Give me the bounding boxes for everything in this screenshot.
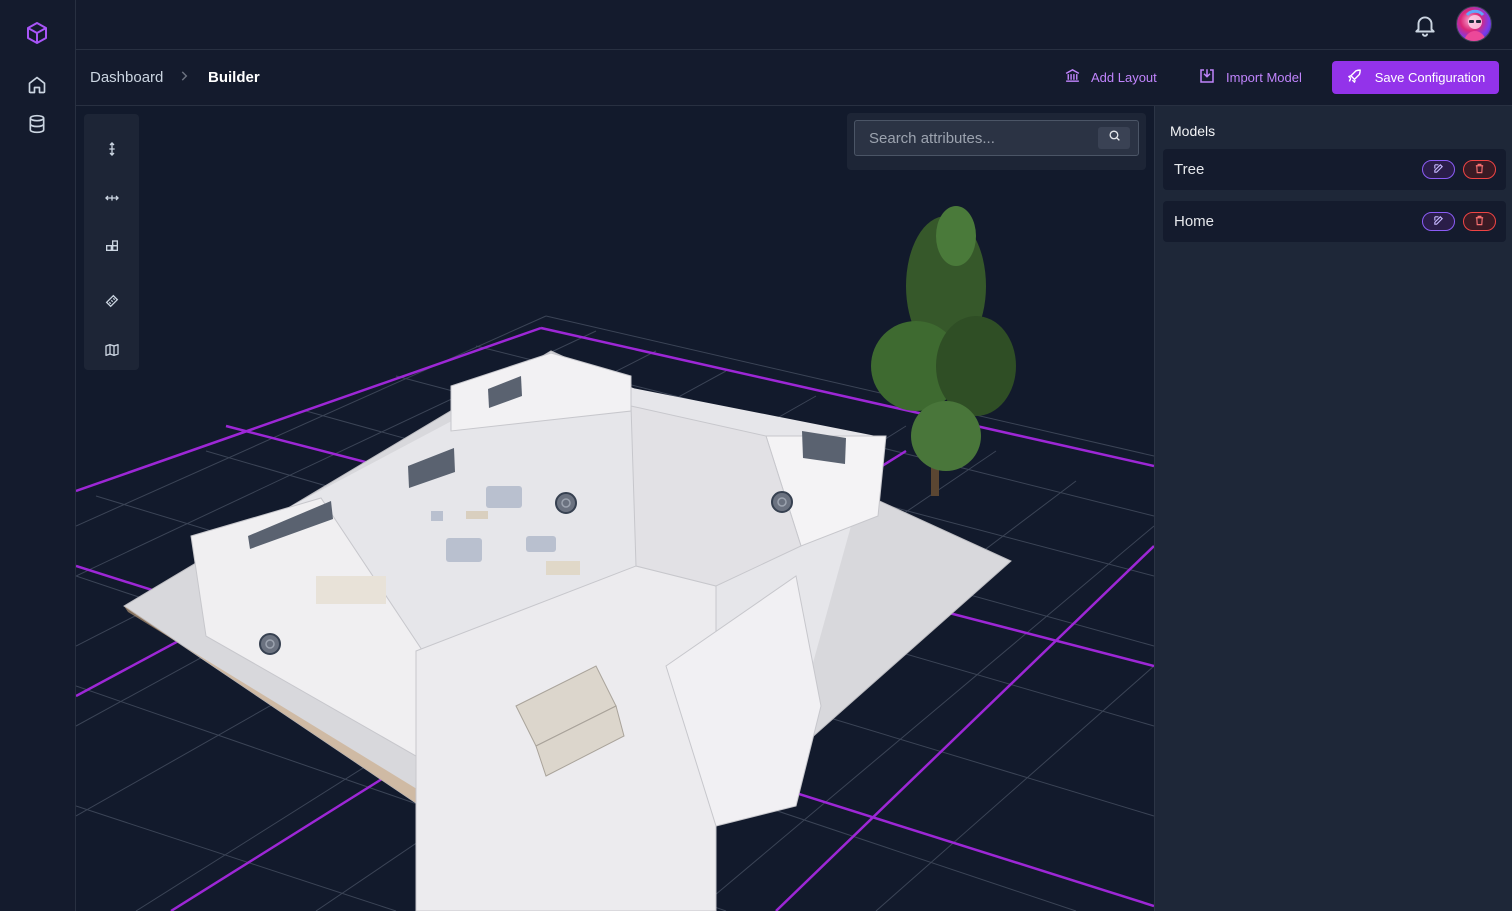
import-model-label: Import Model [1226, 69, 1302, 85]
home-icon[interactable] [24, 72, 50, 98]
edit-button[interactable] [1422, 160, 1455, 179]
add-layout-label: Add Layout [1091, 69, 1157, 85]
model-item[interactable]: Home [1163, 201, 1506, 242]
target-icon[interactable] [771, 491, 793, 513]
search-panel [847, 113, 1146, 170]
tool-palette [84, 114, 139, 370]
models-title: Models [1170, 123, 1216, 139]
map-icon[interactable] [99, 337, 125, 363]
import-icon [1198, 67, 1216, 88]
avatar[interactable] [1456, 6, 1492, 42]
model-name: Tree [1174, 161, 1205, 178]
model-name: Home [1174, 213, 1215, 230]
rocket-icon [1346, 68, 1363, 88]
save-configuration-label: Save Configuration [1374, 70, 1486, 85]
trash-icon [1474, 213, 1485, 231]
database-icon[interactable] [24, 111, 50, 137]
cube-icon[interactable] [24, 20, 50, 46]
move-horizontal-icon[interactable] [99, 185, 125, 211]
bell-icon[interactable] [1412, 12, 1438, 38]
save-configuration-button[interactable]: Save Configuration [1332, 61, 1499, 94]
edit-button[interactable] [1422, 212, 1455, 231]
bank-icon [1064, 67, 1081, 87]
search-button[interactable] [1098, 127, 1130, 149]
target-icon[interactable] [259, 633, 281, 655]
scene-canvas[interactable] [76, 106, 1154, 911]
breadcrumb-bar: Dashboard Builder Add Layout Import Mode… [76, 50, 1512, 106]
shapes-icon[interactable] [99, 234, 125, 260]
edit-icon [1433, 213, 1444, 231]
search-field [854, 120, 1139, 156]
models-panel: Models Tree Home [1154, 106, 1512, 911]
trash-icon [1474, 161, 1485, 179]
search-icon [1108, 129, 1121, 147]
ruler-icon[interactable] [99, 288, 125, 314]
chevron-right-icon [177, 69, 191, 83]
edit-icon [1433, 161, 1444, 179]
search-input[interactable] [855, 121, 1095, 155]
model-item[interactable]: Tree [1163, 149, 1506, 190]
import-model-button[interactable]: Import Model [1198, 60, 1302, 94]
delete-button[interactable] [1463, 212, 1496, 231]
move-vertical-icon[interactable] [99, 136, 125, 162]
3d-viewport[interactable] [76, 106, 1154, 911]
delete-button[interactable] [1463, 160, 1496, 179]
add-layout-button[interactable]: Add Layout [1064, 60, 1157, 94]
target-icon[interactable] [555, 492, 577, 514]
breadcrumb-builder: Builder [208, 69, 260, 86]
sidebar-rail [0, 0, 76, 911]
top-bar [76, 0, 1512, 50]
breadcrumb-dashboard[interactable]: Dashboard [90, 69, 163, 86]
